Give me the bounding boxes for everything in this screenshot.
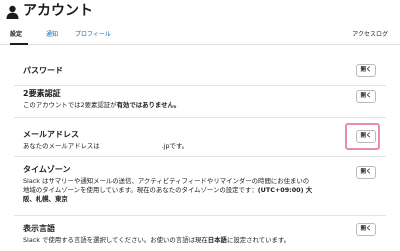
access-log-link[interactable]: アクセスログ [352,31,388,39]
tab-profile[interactable]: プロフィール [75,31,111,39]
password-open-button[interactable]: 開く [356,64,376,77]
password-title: パスワード [23,66,63,75]
tab-notifications[interactable]: 通知 [46,31,58,39]
language-title: 表示言語 [23,224,55,233]
divider [14,117,386,118]
language-open-button[interactable]: 開く [356,223,376,236]
two-factor-description: このアカウントでは2要素認証が有効ではありません。 [23,101,181,109]
email-description: あなたのメールアドレスは .jpです。 [23,142,189,150]
page-title: アカウント [23,3,93,19]
timezone-description: Slack はサマリーや通知メールの送信、アクティビティフィードやリマインダーの… [23,177,313,203]
email-title: メールアドレス [23,130,79,139]
language-description: Slack で使用する言語を選択してください。お使いの言語は現在日本語に設定され… [23,236,291,244]
person-icon [6,5,19,19]
tab-bar: 設定 通知 プロフィール [0,28,400,45]
active-tab-indicator [10,43,28,45]
timezone-title: タイムゾーン [23,165,71,174]
divider [14,85,386,86]
timezone-open-button[interactable]: 開く [356,166,376,179]
two-factor-open-button[interactable]: 開く [356,90,376,103]
page-header: アカウント [0,0,400,26]
tab-settings[interactable]: 設定 [10,31,22,39]
divider [14,156,386,157]
divider [14,215,386,216]
two-factor-title: 2要素認証 [23,89,61,98]
email-open-button[interactable]: 開く [356,130,376,143]
